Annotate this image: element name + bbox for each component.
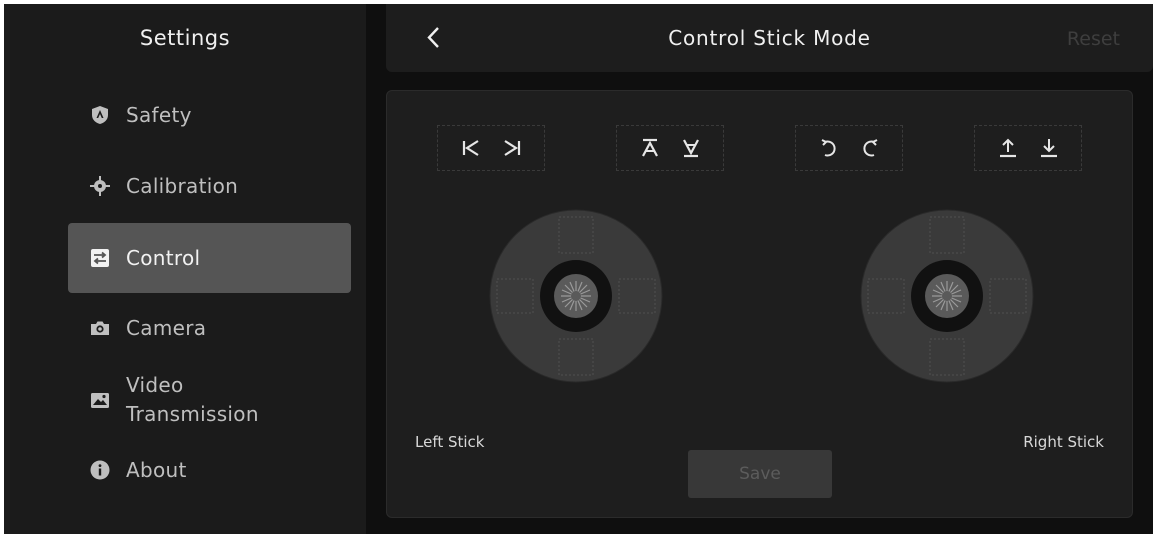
stick-mode-panel: Left Stick Right Stick Save	[386, 90, 1133, 518]
save-button[interactable]: Save	[688, 450, 832, 498]
page-title: Control Stick Mode	[668, 26, 871, 50]
rotate-left-icon[interactable]	[817, 136, 841, 160]
sidebar: Settings Safety Calibration Control Came…	[4, 4, 366, 534]
settings-app: Settings Safety Calibration Control Came…	[4, 4, 1153, 534]
sidebar-item-label: About	[126, 457, 187, 482]
shield-icon	[90, 105, 110, 125]
sidebar-item-about[interactable]: About	[68, 435, 351, 505]
ascend-icon[interactable]	[996, 136, 1020, 160]
sidebar-item-label: Safety	[126, 102, 192, 127]
calibration-icon	[90, 176, 110, 196]
sidebar-item-label: Video Transmission	[126, 373, 259, 426]
sidebar-item-control[interactable]: Control	[68, 223, 351, 293]
right-stick[interactable]	[860, 209, 1034, 383]
pitch-forward-icon[interactable]	[638, 136, 662, 160]
rotate-right-icon[interactable]	[858, 136, 882, 160]
control-icon	[90, 248, 110, 268]
camera-icon	[90, 318, 110, 338]
left-stick-label: Left Stick	[415, 433, 485, 451]
reset-button[interactable]: Reset	[1067, 28, 1120, 50]
left-stick[interactable]	[489, 209, 663, 383]
descend-icon[interactable]	[1037, 136, 1061, 160]
sidebar-item-camera[interactable]: Camera	[68, 293, 351, 363]
mode-group-throttle	[974, 125, 1082, 171]
mode-group-pitch	[616, 125, 724, 171]
mode-group-yaw	[437, 125, 545, 171]
yaw-left-icon[interactable]	[459, 136, 483, 160]
mode-group-rotate	[795, 125, 903, 171]
sidebar-item-calibration[interactable]: Calibration	[68, 151, 351, 221]
video-transmission-icon	[90, 390, 110, 410]
info-icon	[90, 460, 110, 480]
yaw-right-icon[interactable]	[500, 136, 524, 160]
sidebar-item-label: Calibration	[126, 173, 239, 198]
sidebar-item-label: Control	[126, 245, 201, 270]
sidebar-item-label: Camera	[126, 315, 207, 340]
sidebar-item-video-transmission[interactable]: Video Transmission	[68, 364, 351, 436]
right-stick-label: Right Stick	[1023, 433, 1104, 451]
sidebar-item-safety[interactable]: Safety	[68, 80, 351, 150]
header-bar: Control Stick Mode Reset	[386, 4, 1153, 72]
sidebar-title: Settings	[139, 26, 231, 50]
pitch-back-icon[interactable]	[679, 136, 703, 160]
